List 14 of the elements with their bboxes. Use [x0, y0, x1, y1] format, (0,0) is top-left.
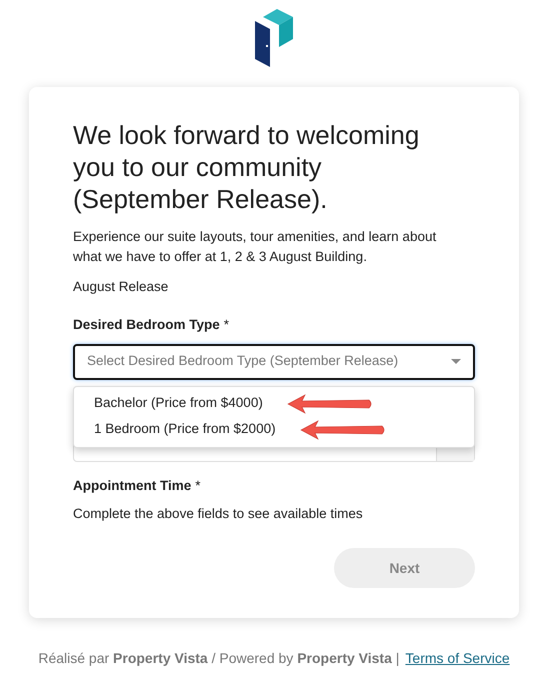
dropdown-option[interactable]: Bachelor (Price from $4000) [74, 390, 283, 416]
intro-text: Experience our suite layouts, tour amenities, and learn about what we have to offer at 1, 2 & 3 August Building. [73, 228, 438, 266]
page-heading: We look forward to welcoming you to our community (September Release). [73, 119, 420, 215]
required-mark: * [195, 476, 201, 494]
field-label: Appointment Time [73, 476, 192, 495]
required-mark: * [224, 316, 230, 334]
appointment-hint: Complete the above fields to see available times [73, 504, 364, 523]
release-text: August Release [73, 278, 170, 296]
caret-icon [451, 359, 461, 364]
dropdown-option[interactable]: 1 Bedroom (Price from $2000) [74, 416, 296, 442]
terms-link[interactable]: Terms of Service [405, 648, 510, 669]
footer-credit: Réalisé par Property Vista / Powered by Property Vista | [38, 649, 400, 668]
bedroom-select[interactable]: Select Desired Bedroom Type (September Release) [73, 344, 475, 380]
field-label: Desired Bedroom Type [73, 316, 220, 334]
